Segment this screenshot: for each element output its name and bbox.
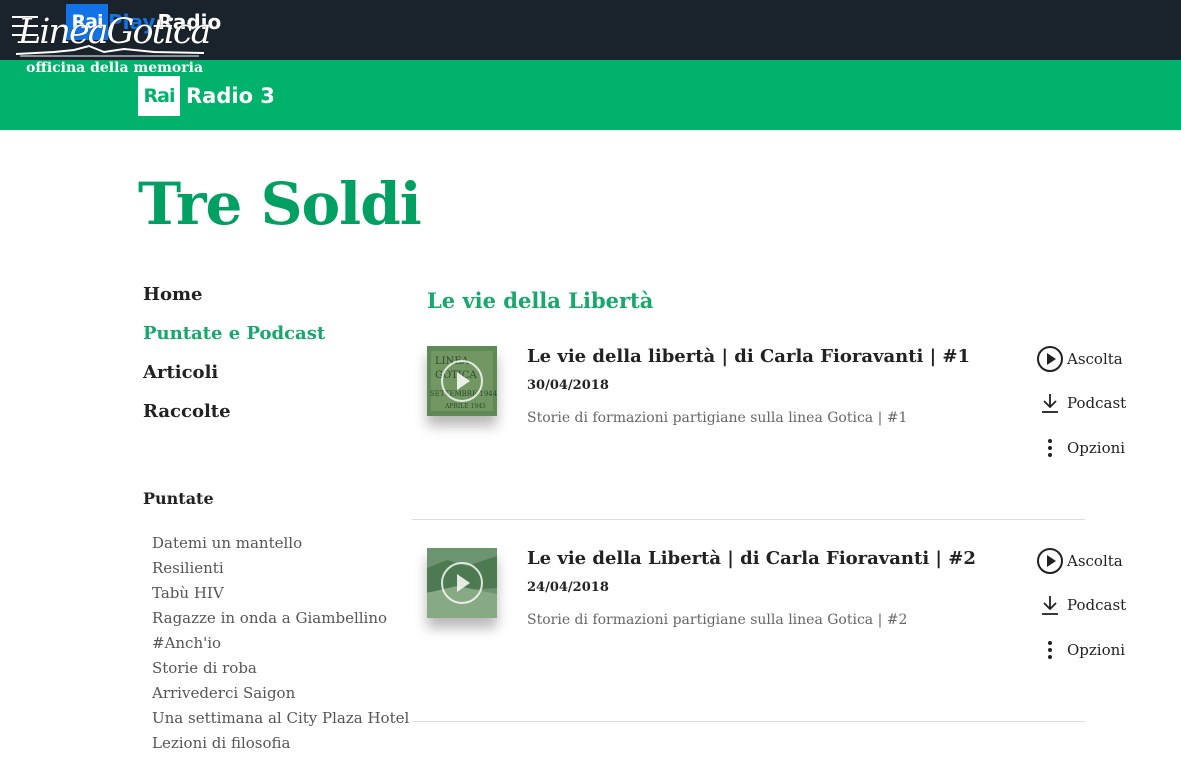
play-overlay-icon [441,562,483,604]
download-icon [1036,392,1064,414]
listen-button[interactable]: Ascolta [1036,548,1123,574]
section-title: Le vie della Libertà [427,288,654,313]
podcast-label: Podcast [1067,394,1127,412]
series-item[interactable]: Ragazze in onda a Giambellino [152,609,409,634]
series-item[interactable]: Storie di roba [152,659,409,684]
options-button[interactable]: Opzioni [1036,438,1125,458]
more-vertical-icon [1036,438,1064,458]
play-circle-icon [1036,346,1064,372]
sidebar-section-label: Puntate [143,489,214,508]
episode-title[interactable]: Le vie della Libertà | di Carla Fioravan… [527,548,976,569]
podcast-label: Podcast [1067,596,1127,614]
nav-articoli[interactable]: Articoli [143,362,325,401]
series-item[interactable]: Datemi un mantello [152,534,409,559]
podcast-button[interactable]: Podcast [1036,594,1126,616]
divider [412,721,1085,722]
mountain-line-icon [15,44,205,57]
episode-card: Le vie della Libertà | di Carla Fioravan… [412,548,1126,750]
listen-button[interactable]: Ascolta [1036,346,1123,372]
radio3-logo[interactable]: Rai Radio 3 [138,76,275,116]
episode-date: 24/04/2018 [527,580,609,595]
episode-description: Storie di formazioni partigiane sulla li… [527,612,908,628]
program-title: Tre Soldi [138,170,422,238]
download-icon [1036,594,1064,616]
program-nav: Home Puntate e Podcast Articoli Raccolte [143,284,325,440]
episode-description: Storie di formazioni partigiane sulla li… [527,410,908,426]
svg-text:APRILE 1945: APRILE 1945 [444,403,486,410]
listen-label: Ascolta [1067,552,1123,570]
play-circle-icon [1036,548,1064,574]
podcast-button[interactable]: Podcast [1036,392,1126,414]
nav-home[interactable]: Home [143,284,325,323]
watermark-subtitle: officina della memoria [26,60,204,76]
episode-thumbnail[interactable]: LINEA GOTICA SETTEMBRE 1944 APRILE 1945 [427,346,497,416]
lineagotica-watermark-logo: LineaGotica officina della memoria [14,12,214,80]
divider [412,519,1085,520]
listen-label: Ascolta [1067,350,1123,368]
series-item[interactable]: Resilienti [152,559,409,584]
series-item[interactable]: Tabù HIV [152,584,409,609]
series-item[interactable]: Arrivederci Saigon [152,684,409,709]
more-vertical-icon [1036,640,1064,660]
series-list: Datemi un mantello Resilienti Tabù HIV R… [152,534,409,759]
episode-thumbnail[interactable] [427,548,497,618]
nav-raccolte[interactable]: Raccolte [143,401,325,440]
channel-name: Radio 3 [186,84,275,108]
episode-date: 30/04/2018 [527,378,609,393]
rai-logo-box: Rai [138,76,180,116]
episode-title[interactable]: Le vie della libertà | di Carla Fioravan… [527,346,970,367]
options-label: Opzioni [1067,439,1126,457]
nav-puntate-podcast[interactable]: Puntate e Podcast [143,323,325,362]
series-item[interactable]: Una settimana al City Plaza Hotel [152,709,409,734]
episode-card: LINEA GOTICA SETTEMBRE 1944 APRILE 1945 … [412,346,1126,548]
options-label: Opzioni [1067,641,1126,659]
options-button[interactable]: Opzioni [1036,640,1125,660]
play-overlay-icon [441,360,483,402]
series-item[interactable]: #Anch'io [152,634,409,659]
